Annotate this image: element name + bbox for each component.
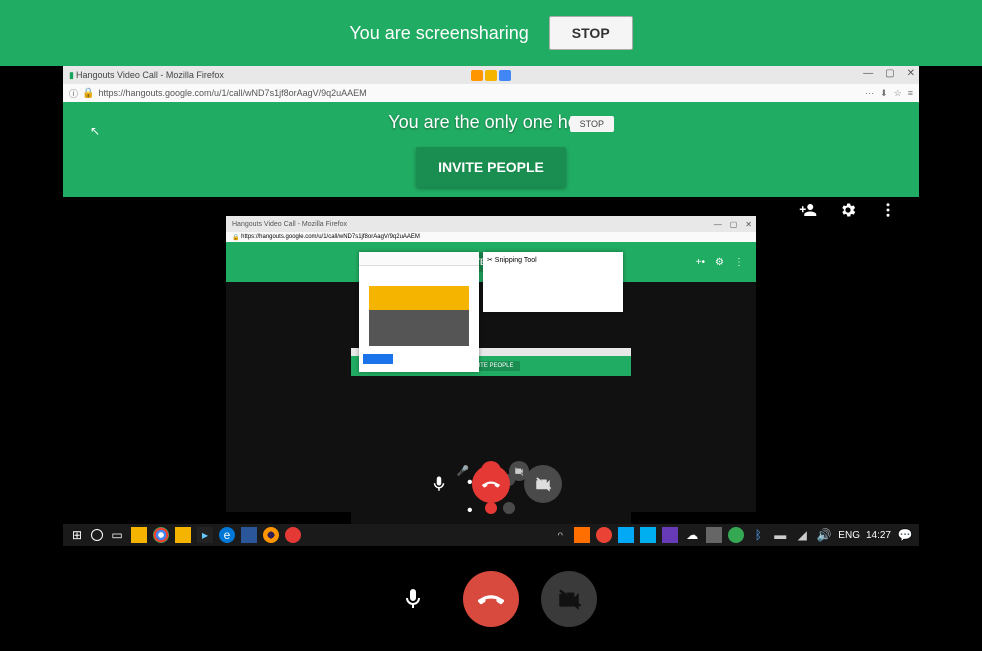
browser-tab-bar: ▮ Hangouts Video Call - Mozilla Firefox … [63,66,919,84]
inner-end-call-button[interactable] [472,465,510,503]
lock-icon: 🔒 [82,88,94,99]
cursor-icon: ↖ [90,124,100,138]
screenshare-text: You are screensharing [349,23,528,44]
address-bar[interactable]: ⓘ 🔒 https://hangouts.google.com/u/1/call… [63,84,919,102]
notification-center-icon[interactable]: 💬 [897,527,913,543]
settings-gear-icon[interactable] [839,201,857,219]
close-window-button[interactable]: ✕ [907,68,915,79]
snipping-tool-window: ✂ Snipping Tool [483,252,623,312]
tray-orange-icon[interactable] [574,527,590,543]
extension-icon-2 [499,70,511,81]
firefox-icon [471,70,483,81]
call-header-actions [799,201,897,219]
tray-blue-icon[interactable] [618,527,634,543]
url-text: https://hangouts.google.com/u/1/call/wND… [98,88,366,98]
snipping-tool-title: ✂ Snipping Tool [483,252,623,268]
browser-tab-title: Hangouts Video Call - Mozilla Firefox [76,70,224,80]
only-one-here-text: You are the only one here [388,112,594,133]
r-more-icon: ⋮ [734,257,744,268]
calendar-icon[interactable] [175,527,191,543]
bookmark-icon[interactable]: ☆ [894,88,902,99]
tray-skype-icon[interactable] [640,527,656,543]
deep-windows: ✂ Snipping Tool [359,252,623,372]
tray-red-icon[interactable] [596,527,612,543]
call-controls [385,571,597,627]
inner-mic-button[interactable] [420,465,458,503]
extension-icon [485,70,497,81]
tray-gray-icon[interactable] [706,527,722,543]
inner-camera-off-button[interactable] [524,465,562,503]
minimize-button[interactable]: — [863,68,873,79]
tray-cloud-icon[interactable]: ☁ [684,527,700,543]
taskbar-language[interactable]: ENG [838,530,860,541]
camera-toggle-button[interactable] [541,571,597,627]
add-person-icon[interactable] [799,201,817,219]
r-add-icon: +• [696,257,705,268]
mic-toggle-button[interactable] [385,571,441,627]
more-options-icon[interactable] [879,201,897,219]
screenshare-banner: You are screensharing STOP [0,0,982,66]
start-button[interactable]: ⊞ [69,527,85,543]
invite-people-button[interactable]: INVITE PEOPLE [416,147,566,187]
opera-icon[interactable] [285,527,301,543]
word-icon[interactable] [241,527,257,543]
r-gear-icon: ⚙ [715,257,724,268]
tray-purple-icon[interactable] [662,527,678,543]
tray-green-icon[interactable] [728,527,744,543]
taskbar-clock[interactable]: 14:27 [866,530,891,541]
firefox-taskbar-icon[interactable] [263,527,279,543]
browser-chrome: ▮ Hangouts Video Call - Mozilla Firefox … [63,66,919,102]
tray-wifi-icon[interactable]: ◢ [794,527,810,543]
taskview-icon[interactable]: ▭ [109,527,125,543]
tray-sound-icon[interactable]: 🔊 [816,527,832,543]
deep-dialog-window [359,252,479,372]
edge-icon[interactable]: e [219,527,235,543]
tray-battery-icon[interactable]: ▬ [772,527,788,543]
tray-up-icon[interactable]: ᴖ [552,527,568,543]
recursion-tab-title: Hangouts Video Call - Mozilla Firefox [232,221,347,228]
inner-stop-button: STOP [570,116,614,132]
app-icon[interactable]: ▸ [197,527,213,543]
stop-screenshare-button[interactable]: STOP [549,16,633,50]
info-icon: ⓘ [69,87,78,100]
maximize-button[interactable]: ▢ [885,68,894,79]
options-icon[interactable]: ⋯ [865,88,874,99]
recursion-layer-2: INVITE PEOPLE • • [351,348,631,538]
recursion-url: https://hangouts.google.com/u/1/call/wND… [241,234,420,240]
hangouts-tab-icon: ▮ [69,70,74,81]
menu-icon[interactable]: ≡ [908,88,913,99]
empty-call-banner: ↖ STOP You are the only one here INVITE … [63,102,919,197]
tray-bt-icon[interactable]: ᛒ [750,527,766,543]
windows-taskbar: ⊞ ▭ ▸ e ᴖ ☁ ᛒ ▬ ◢ 🔊 ENG 14:27 💬 [63,524,919,546]
end-call-button[interactable] [463,571,519,627]
pocket-icon[interactable]: ⬇ [880,88,888,99]
chrome-icon[interactable] [153,527,169,543]
explorer-icon[interactable] [131,527,147,543]
inner-call-controls [420,465,562,503]
cortana-icon[interactable] [91,529,103,541]
